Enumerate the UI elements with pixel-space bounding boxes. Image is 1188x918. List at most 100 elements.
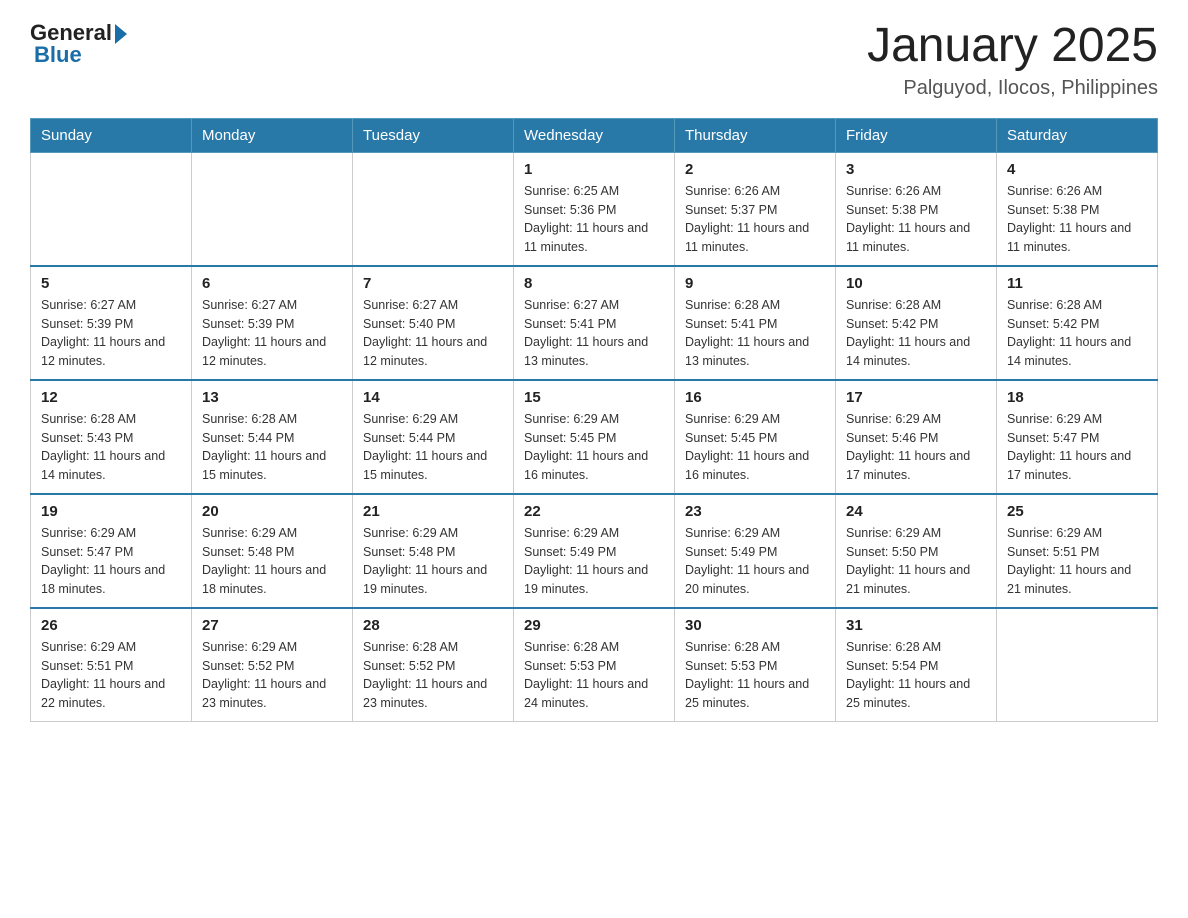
day-number: 13 (202, 389, 342, 406)
week-row-1: 1 Sunrise: 6:25 AMSunset: 5:36 PMDaylight… (31, 152, 1158, 266)
day-number: 28 (363, 617, 503, 634)
day-number: 31 (846, 617, 986, 634)
day-info: Sunrise: 6:29 AMSunset: 5:46 PMDaylight:… (846, 410, 986, 485)
day-info: Sunrise: 6:29 AMSunset: 5:51 PMDaylight:… (1007, 524, 1147, 599)
day-number: 3 (846, 161, 986, 178)
day-number: 4 (1007, 161, 1147, 178)
day-number: 30 (685, 617, 825, 634)
calendar-cell: 13 Sunrise: 6:28 AMSunset: 5:44 PMDayligh… (192, 380, 353, 494)
day-number: 7 (363, 275, 503, 292)
calendar-table: SundayMondayTuesdayWednesdayThursdayFrid… (30, 118, 1158, 722)
calendar-cell: 9Sunrise: 6:28 AMSunset: 5:41 PMDaylight… (675, 266, 836, 380)
calendar-cell: 4 Sunrise: 6:26 AMSunset: 5:38 PMDaylight… (997, 152, 1158, 266)
day-info: Sunrise: 6:29 AMSunset: 5:47 PMDaylight:… (1007, 410, 1147, 485)
day-info: Sunrise: 6:27 AMSunset: 5:39 PMDaylight:… (202, 296, 342, 371)
day-number: 16 (685, 389, 825, 406)
calendar-cell: 2 Sunrise: 6:26 AMSunset: 5:37 PMDaylight… (675, 152, 836, 266)
day-info: Sunrise: 6:29 AMSunset: 5:45 PMDaylight:… (524, 410, 664, 485)
day-info: Sunrise: 6:29 AMSunset: 5:45 PMDaylight:… (685, 410, 825, 485)
day-info: Sunrise: 6:28 AMSunset: 5:43 PMDaylight:… (41, 410, 181, 485)
day-number: 23 (685, 503, 825, 520)
header-cell-tuesday: Tuesday (353, 118, 514, 152)
day-number: 5 (41, 275, 181, 292)
day-number: 20 (202, 503, 342, 520)
calendar-cell: 14Sunrise: 6:29 AMSunset: 5:44 PMDayligh… (353, 380, 514, 494)
title-section: January 2025 Palguyod, Ilocos, Philippin… (867, 20, 1158, 100)
calendar-cell (192, 152, 353, 266)
page-header: General Blue January 2025 Palguyod, Iloc… (30, 20, 1158, 100)
week-row-5: 26 Sunrise: 6:29 AMSunset: 5:51 PMDayligh… (31, 608, 1158, 722)
day-number: 1 (524, 161, 664, 178)
header-row: SundayMondayTuesdayWednesdayThursdayFrid… (31, 118, 1158, 152)
calendar-cell: 17Sunrise: 6:29 AMSunset: 5:46 PMDayligh… (836, 380, 997, 494)
day-number: 25 (1007, 503, 1147, 520)
day-info: Sunrise: 6:26 AMSunset: 5:38 PMDaylight:… (1007, 182, 1147, 257)
day-info: Sunrise: 6:29 AMSunset: 5:44 PMDaylight:… (363, 410, 503, 485)
header-cell-sunday: Sunday (31, 118, 192, 152)
day-number: 22 (524, 503, 664, 520)
day-info: Sunrise: 6:28 AMSunset: 5:42 PMDaylight:… (1007, 296, 1147, 371)
calendar-cell: 3 Sunrise: 6:26 AMSunset: 5:38 PMDaylight… (836, 152, 997, 266)
day-info: Sunrise: 6:27 AMSunset: 5:40 PMDaylight:… (363, 296, 503, 371)
calendar-cell: 27Sunrise: 6:29 AMSunset: 5:52 PMDayligh… (192, 608, 353, 722)
day-number: 21 (363, 503, 503, 520)
day-number: 8 (524, 275, 664, 292)
calendar-header: SundayMondayTuesdayWednesdayThursdayFrid… (31, 118, 1158, 152)
logo: General Blue (30, 20, 127, 68)
calendar-cell: 18 Sunrise: 6:29 AMSunset: 5:47 PMDayligh… (997, 380, 1158, 494)
calendar-cell (997, 608, 1158, 722)
calendar-cell: 29 Sunrise: 6:28 AMSunset: 5:53 PMDayligh… (514, 608, 675, 722)
day-number: 12 (41, 389, 181, 406)
day-number: 15 (524, 389, 664, 406)
calendar-body: 1 Sunrise: 6:25 AMSunset: 5:36 PMDaylight… (31, 152, 1158, 721)
day-info: Sunrise: 6:27 AMSunset: 5:41 PMDaylight:… (524, 296, 664, 371)
calendar-cell: 7 Sunrise: 6:27 AMSunset: 5:40 PMDaylight… (353, 266, 514, 380)
day-info: Sunrise: 6:29 AMSunset: 5:52 PMDaylight:… (202, 638, 342, 713)
calendar-cell: 25 Sunrise: 6:29 AMSunset: 5:51 PMDayligh… (997, 494, 1158, 608)
day-info: Sunrise: 6:26 AMSunset: 5:37 PMDaylight:… (685, 182, 825, 257)
calendar-cell: 26 Sunrise: 6:29 AMSunset: 5:51 PMDayligh… (31, 608, 192, 722)
calendar-cell: 15 Sunrise: 6:29 AMSunset: 5:45 PMDayligh… (514, 380, 675, 494)
calendar-cell: 5Sunrise: 6:27 AMSunset: 5:39 PMDaylight… (31, 266, 192, 380)
day-info: Sunrise: 6:29 AMSunset: 5:50 PMDaylight:… (846, 524, 986, 599)
calendar-cell: 11 Sunrise: 6:28 AMSunset: 5:42 PMDayligh… (997, 266, 1158, 380)
day-number: 26 (41, 617, 181, 634)
calendar-cell: 16 Sunrise: 6:29 AMSunset: 5:45 PMDayligh… (675, 380, 836, 494)
day-number: 11 (1007, 275, 1147, 292)
calendar-cell: 21 Sunrise: 6:29 AMSunset: 5:48 PMDayligh… (353, 494, 514, 608)
calendar-cell: 24 Sunrise: 6:29 AMSunset: 5:50 PMDayligh… (836, 494, 997, 608)
calendar-cell: 22 Sunrise: 6:29 AMSunset: 5:49 PMDayligh… (514, 494, 675, 608)
calendar-cell: 6Sunrise: 6:27 AMSunset: 5:39 PMDaylight… (192, 266, 353, 380)
day-number: 24 (846, 503, 986, 520)
header-cell-wednesday: Wednesday (514, 118, 675, 152)
day-number: 18 (1007, 389, 1147, 406)
calendar-cell: 10 Sunrise: 6:28 AMSunset: 5:42 PMDayligh… (836, 266, 997, 380)
calendar-cell: 8 Sunrise: 6:27 AMSunset: 5:41 PMDaylight… (514, 266, 675, 380)
day-info: Sunrise: 6:28 AMSunset: 5:54 PMDaylight:… (846, 638, 986, 713)
day-info: Sunrise: 6:28 AMSunset: 5:44 PMDaylight:… (202, 410, 342, 485)
day-number: 2 (685, 161, 825, 178)
week-row-3: 12 Sunrise: 6:28 AMSunset: 5:43 PMDayligh… (31, 380, 1158, 494)
day-info: Sunrise: 6:26 AMSunset: 5:38 PMDaylight:… (846, 182, 986, 257)
day-number: 29 (524, 617, 664, 634)
day-info: Sunrise: 6:28 AMSunset: 5:53 PMDaylight:… (685, 638, 825, 713)
day-info: Sunrise: 6:29 AMSunset: 5:48 PMDaylight:… (363, 524, 503, 599)
calendar-cell: 1 Sunrise: 6:25 AMSunset: 5:36 PMDaylight… (514, 152, 675, 266)
logo-arrow-icon (115, 24, 127, 44)
day-info: Sunrise: 6:29 AMSunset: 5:49 PMDaylight:… (524, 524, 664, 599)
month-year-title: January 2025 (867, 20, 1158, 73)
calendar-cell: 12 Sunrise: 6:28 AMSunset: 5:43 PMDayligh… (31, 380, 192, 494)
day-info: Sunrise: 6:29 AMSunset: 5:49 PMDaylight:… (685, 524, 825, 599)
day-info: Sunrise: 6:29 AMSunset: 5:47 PMDaylight:… (41, 524, 181, 599)
calendar-cell: 23 Sunrise: 6:29 AMSunset: 5:49 PMDayligh… (675, 494, 836, 608)
day-info: Sunrise: 6:28 AMSunset: 5:52 PMDaylight:… (363, 638, 503, 713)
day-info: Sunrise: 6:29 AMSunset: 5:51 PMDaylight:… (41, 638, 181, 713)
week-row-2: 5 Sunrise: 6:27 AMSunset: 5:39 PMDaylight… (31, 266, 1158, 380)
calendar-cell (31, 152, 192, 266)
day-info: Sunrise: 6:25 AMSunset: 5:36 PMDaylight:… (524, 182, 664, 257)
day-info: Sunrise: 6:28 AMSunset: 5:53 PMDaylight:… (524, 638, 664, 713)
day-info: Sunrise: 6:28 AMSunset: 5:42 PMDaylight:… (846, 296, 986, 371)
calendar-cell: 30 Sunrise: 6:28 AMSunset: 5:53 PMDayligh… (675, 608, 836, 722)
day-number: 19 (41, 503, 181, 520)
day-number: 10 (846, 275, 986, 292)
